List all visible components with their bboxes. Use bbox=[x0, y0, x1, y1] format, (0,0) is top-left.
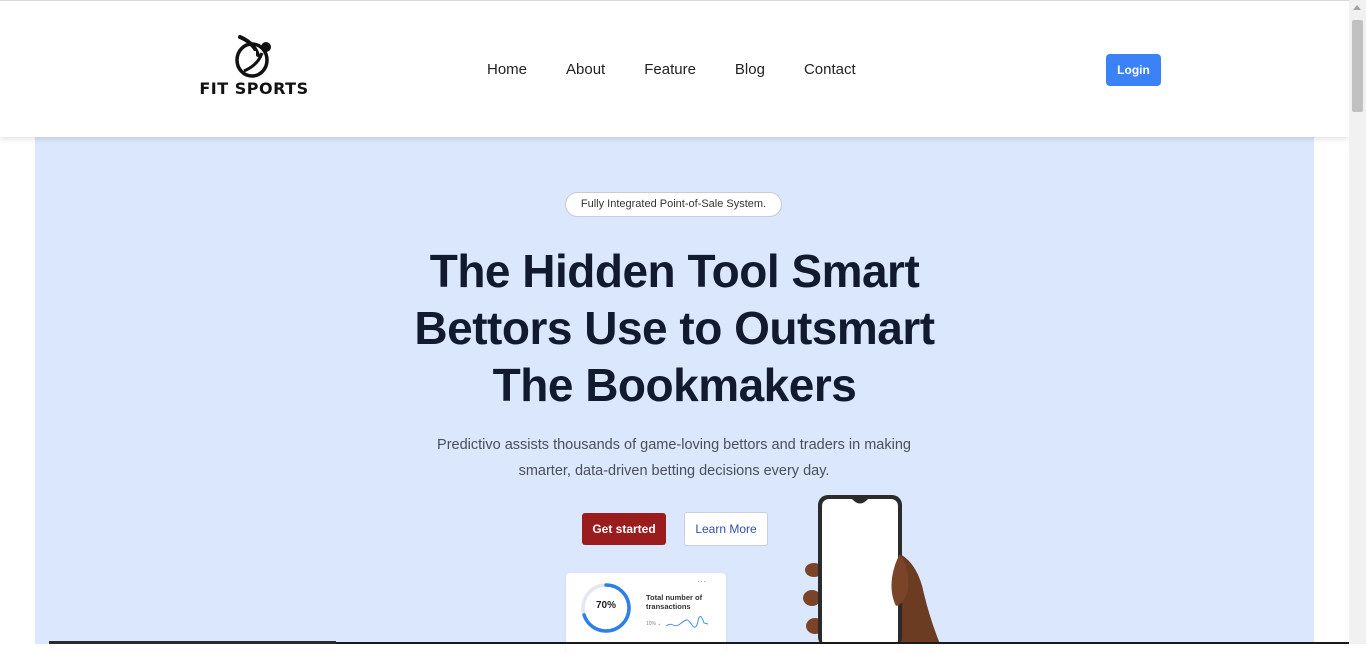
nav-item-home[interactable]: Home bbox=[487, 59, 527, 81]
nav-item-feature[interactable]: Feature bbox=[644, 59, 696, 81]
phone-in-hand-illustration bbox=[803, 495, 940, 644]
nav-item-blog[interactable]: Blog bbox=[735, 59, 765, 81]
stat-change: 10% ⌄ bbox=[646, 621, 662, 627]
transactions-stat-card: 70% ··· Total number of transactions 10%… bbox=[566, 573, 726, 653]
get-started-button[interactable]: Get started bbox=[582, 513, 666, 545]
hero-headline: The Hidden Tool Smart Bettors Use to Out… bbox=[414, 245, 935, 411]
main-nav: Home About Feature Blog Contact bbox=[487, 59, 895, 81]
site-header: FIT SPORTS Home About Feature Blog Conta… bbox=[0, 0, 1349, 137]
sparkline-icon bbox=[666, 616, 708, 628]
login-button[interactable]: Login bbox=[1106, 54, 1161, 86]
stat-percent: 70% bbox=[595, 600, 616, 611]
scrollbar-thumb[interactable] bbox=[1352, 20, 1363, 112]
more-horizontal-icon[interactable]: ··· bbox=[697, 576, 706, 586]
page-scrollbar[interactable] bbox=[1349, 0, 1366, 644]
nav-item-about[interactable]: About bbox=[566, 59, 605, 81]
nav-item-contact[interactable]: Contact bbox=[804, 59, 856, 81]
hero-badge: Fully Integrated Point-of-Sale System. bbox=[565, 192, 782, 217]
stat-label: Total number of transactions bbox=[646, 593, 703, 611]
scroll-up-arrow-icon[interactable] bbox=[1353, 5, 1361, 10]
brand-name: FIT SPORTS bbox=[199, 79, 309, 98]
hero-subtext: Predictivo assists thousands of game-lov… bbox=[437, 437, 911, 479]
runner-swoosh-icon bbox=[235, 35, 271, 78]
learn-more-button[interactable]: Learn More bbox=[684, 512, 768, 546]
brand-logo[interactable]: FIT SPORTS bbox=[198, 33, 310, 101]
